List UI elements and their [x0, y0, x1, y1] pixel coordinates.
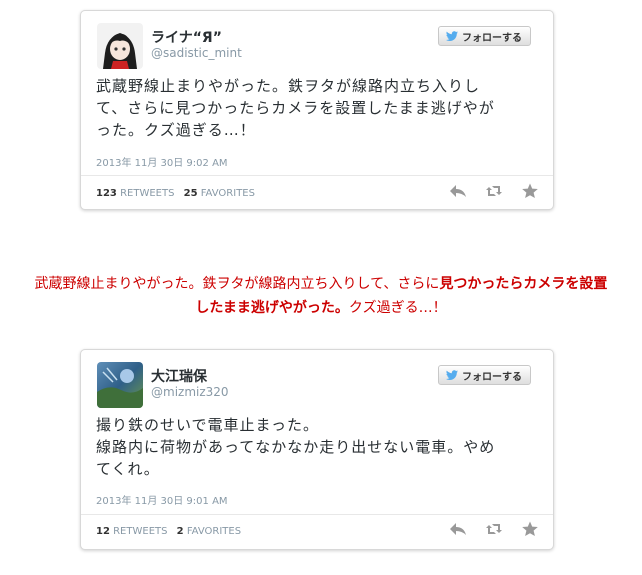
quote-fragment: クズ過ぎる…！ [348, 300, 447, 316]
favorite-count[interactable]: 2 [177, 526, 184, 537]
avatar[interactable] [97, 23, 143, 69]
tweet-text: 武蔵野線止まりやがった。鉄ヲタが線路内立ち入りし て、さらに見つかったらカメラを… [96, 75, 536, 141]
quote-emphasis: したまま逃げやがった。 [195, 300, 349, 316]
quote-line-1: 武蔵野線止まりやがった。鉄ヲタが線路内立ち入りして、さらに見つかったらカメラを設… [0, 272, 642, 296]
retweet-label: RETWEETS [113, 526, 168, 537]
favorite-label: FAVORITES [186, 526, 242, 537]
username[interactable]: @mizmiz320 [151, 385, 229, 399]
favorite-count[interactable]: 25 [184, 188, 198, 199]
tweet-text-line: 線路内に荷物があってなかなか走り出せない電車。やめ [96, 438, 496, 456]
display-name[interactable]: 大江瑞保 [151, 366, 207, 386]
favorite-star-icon[interactable] [521, 183, 539, 199]
tweet-actions [449, 183, 539, 199]
quote-emphasis: 見つかったらカメラを設置 [439, 276, 608, 292]
tweet-text: 撮り鉄のせいで電車止まった。 線路内に荷物があってなかなか走り出せない電車。やめ… [96, 414, 536, 480]
follow-label: フォローする [462, 371, 522, 383]
twitter-bird-icon [445, 369, 459, 380]
tweet-text-line: 武蔵野線止まりやがった。鉄ヲタが線路内立ち入りし [96, 77, 481, 95]
username[interactable]: @sadistic_mint [151, 46, 242, 60]
display-name[interactable]: ライナ“Я” [151, 27, 222, 47]
follow-button[interactable]: フォローする [438, 26, 531, 46]
divider [81, 514, 553, 515]
retweet-icon[interactable] [485, 521, 503, 537]
tweet-actions [449, 521, 539, 537]
tweet-text-line: て、さらに見つかったらカメラを設置したまま逃げやが [96, 99, 495, 117]
quote-line-2: したまま逃げやがった。クズ過ぎる…！ [0, 296, 642, 320]
tweet-text-line: てくれ。 [96, 460, 160, 478]
tweet-stats: 12 RETWEETS 2 FAVORITES [96, 526, 241, 537]
retweet-label: RETWEETS [120, 188, 175, 199]
tweet-card: 大江瑞保 @mizmiz320 フォローする 撮り鉄のせいで電車止まった。 線路… [80, 349, 554, 550]
avatar[interactable] [97, 362, 143, 408]
favorite-star-icon[interactable] [521, 521, 539, 537]
tweet-card: ライナ“Я” @sadistic_mint フォローする 武蔵野線止まりやがった… [80, 10, 554, 210]
tweet-timestamp[interactable]: 2013年 11月 30日 9:01 AM [96, 492, 228, 507]
tweet-stats: 123 RETWEETS 25 FAVORITES [96, 188, 255, 199]
retweet-icon[interactable] [485, 183, 503, 199]
retweet-count[interactable]: 12 [96, 526, 110, 537]
reply-icon[interactable] [449, 183, 467, 199]
quote-text: 武蔵野線止まりやがった。鉄ヲタが線路内立ち入りして、さらに見つかったらカメラを設… [0, 272, 642, 320]
reply-icon[interactable] [449, 521, 467, 537]
tweet-text-line: った。クズ過ぎる…！ [96, 121, 256, 139]
follow-button[interactable]: フォローする [438, 365, 531, 385]
favorite-label: FAVORITES [200, 188, 255, 199]
divider [81, 175, 553, 176]
follow-label: フォローする [462, 32, 522, 44]
tweet-text-line: 撮り鉄のせいで電車止まった。 [96, 416, 319, 434]
retweet-count[interactable]: 123 [96, 188, 117, 199]
tweet-timestamp[interactable]: 2013年 11月 30日 9:02 AM [96, 154, 228, 169]
twitter-bird-icon [445, 30, 459, 41]
quote-fragment: 武蔵野線止まりやがった。鉄ヲタが線路内立ち入りして、さらに [34, 276, 440, 292]
